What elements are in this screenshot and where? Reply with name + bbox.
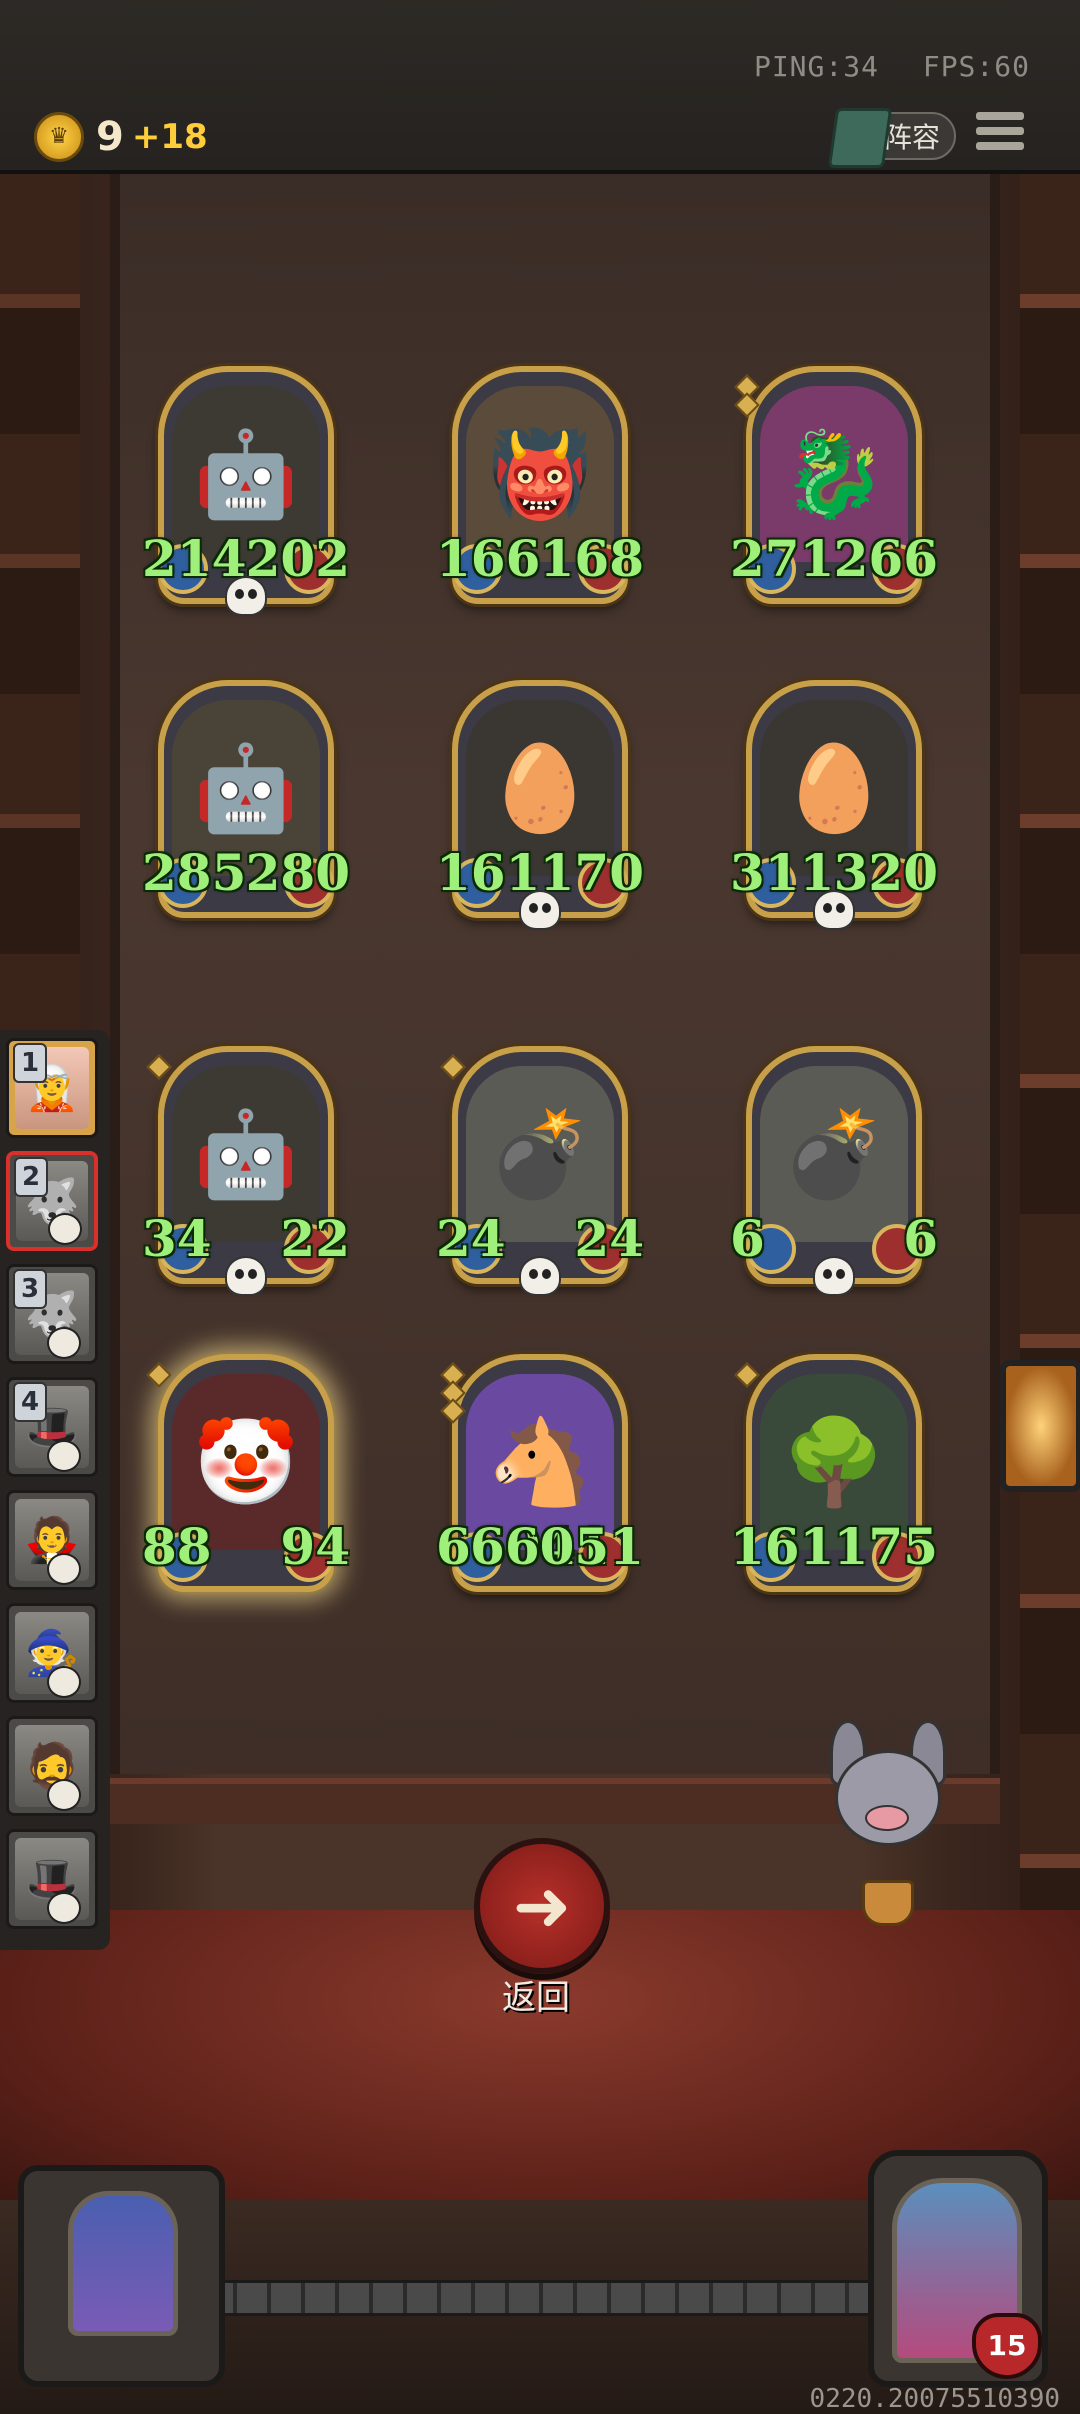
minion-attack: 24 xyxy=(436,1209,506,1268)
bat-head xyxy=(835,1750,941,1846)
ping-label: PING:34 xyxy=(753,50,879,83)
skull-icon xyxy=(47,1779,81,1811)
minion-health: 170 xyxy=(539,843,644,902)
minion-card-red-dragon[interactable]: 🐉 271 266 xyxy=(730,366,938,604)
skull-icon xyxy=(47,1440,81,1472)
minion-health: 168 xyxy=(539,529,644,588)
minion-attack: 88 xyxy=(142,1517,212,1576)
minion-health: 6 xyxy=(903,1209,938,1268)
top-bar: PING:34 FPS:60 ♛ 9 +18 阵容 xyxy=(0,0,1080,174)
book-icon xyxy=(827,108,893,168)
minion-attack: 311 xyxy=(730,843,835,902)
bomb-knight-icon: 💣 xyxy=(760,1066,908,1242)
gold-count: 9 xyxy=(96,114,124,160)
arrow-left-icon: ➜ xyxy=(512,1865,572,1947)
minion-health: 175 xyxy=(833,1517,938,1576)
minion-health: 202 xyxy=(245,529,350,588)
skull-icon xyxy=(47,1892,81,1924)
opponent-slot[interactable]: 🎩 xyxy=(6,1829,98,1929)
minion-card-robot-duo[interactable]: 🤖 34 22 xyxy=(142,1046,350,1296)
minion-attack: 161 xyxy=(730,1517,835,1576)
slot-rank: 4 xyxy=(13,1382,47,1422)
back-label: 返回 xyxy=(502,1978,570,2018)
minion-health: 266 xyxy=(833,529,938,588)
minion-card-robot-knight[interactable]: 🤖 285 280 xyxy=(142,680,350,918)
lantern-icon xyxy=(1000,1360,1080,1492)
opponent-slot[interactable]: 🧛 xyxy=(6,1490,98,1590)
minion-health: 94 xyxy=(280,1517,350,1576)
coin-icon: ♛ xyxy=(34,112,84,162)
minion-card-tree-ent[interactable]: 🌳 161 175 xyxy=(730,1354,938,1592)
slot-rank: 2 xyxy=(14,1157,48,1197)
skull-icon xyxy=(225,576,267,616)
menu-bar-icon xyxy=(976,112,1024,120)
skull-icon xyxy=(519,890,561,930)
minion-health: 22 xyxy=(280,1209,350,1268)
minion-health: 66051 xyxy=(470,1517,644,1576)
minion-card-spotted-egg[interactable]: 🥚 311 320 xyxy=(730,680,938,930)
bat-mascot[interactable] xyxy=(820,1720,950,1930)
gold-income: +18 xyxy=(131,117,208,157)
minion-card-bomb-knight[interactable]: 💣 24 24 xyxy=(436,1046,644,1296)
minion-attack: 214 xyxy=(142,529,247,588)
minion-attack: 271 xyxy=(730,529,835,588)
minion-card-robot-duo[interactable]: 🤖 214 202 xyxy=(142,366,350,616)
minion-attack: 285 xyxy=(142,843,247,902)
skull-icon xyxy=(813,890,855,930)
skull-icon xyxy=(225,1256,267,1296)
minion-health: 320 xyxy=(833,843,938,902)
minion-card-bomb-knight[interactable]: 💣 6 6 xyxy=(730,1046,938,1296)
skull-icon xyxy=(519,1256,561,1296)
lineup-label: 阵容 xyxy=(883,121,940,154)
network-stats: PING:34 FPS:60 xyxy=(728,50,1030,83)
menu-bar-icon xyxy=(976,127,1024,135)
skull-icon xyxy=(48,1213,82,1245)
minion-card-fire-horse[interactable]: 🐴 66041 66051 xyxy=(436,1354,644,1592)
minion-card-jester[interactable]: 🤡 88 94 xyxy=(142,1354,350,1592)
opponent-slot[interactable]: 🧙 xyxy=(6,1603,98,1703)
minion-card-spotted-egg[interactable]: 🥚 161 170 xyxy=(436,680,644,930)
minion-attack: 166 xyxy=(436,529,541,588)
minion-health: 280 xyxy=(245,843,350,902)
pig-nose-icon xyxy=(865,1805,909,1831)
opponent-slot[interactable]: 🧔 xyxy=(6,1716,98,1816)
skull-icon xyxy=(813,1256,855,1296)
bookshelf-right xyxy=(1020,174,1080,1914)
progress-track xyxy=(200,2280,886,2316)
slot-rank: 3 xyxy=(13,1269,47,1309)
lineup-button[interactable]: 阵容 xyxy=(827,108,956,168)
minion-attack: 6 xyxy=(730,1209,765,1268)
opponent-slot[interactable]: 🧝 1 xyxy=(6,1038,98,1138)
basket-icon xyxy=(862,1880,914,1926)
build-version: 0220.20075510390 xyxy=(809,2384,1060,2414)
menu-button[interactable] xyxy=(976,112,1024,158)
minion-card-beast-demon[interactable]: 👹 166 168 xyxy=(436,366,644,604)
opponent-slot[interactable]: 🐺 2 xyxy=(6,1151,98,1251)
minion-health: 24 xyxy=(574,1209,644,1268)
opponent-portrait[interactable] xyxy=(18,2165,225,2387)
gold-display: ♛ 9 +18 xyxy=(34,112,208,162)
fps-label: FPS:60 xyxy=(922,50,1030,83)
skull-icon xyxy=(47,1666,81,1698)
slot-rank: 1 xyxy=(13,1043,47,1083)
minion-attack: 161 xyxy=(436,843,541,902)
skull-icon xyxy=(47,1327,81,1359)
opponent-slot[interactable]: 🎩 4 xyxy=(6,1377,98,1477)
skull-icon xyxy=(47,1553,81,1585)
back-button[interactable]: ➜ xyxy=(474,1838,610,1974)
opponent-sidebar: 🧝 1 🐺 2 🐺 3 🎩 4 🧛 🧙 🧔 🎩 xyxy=(0,1030,110,1950)
minion-attack: 34 xyxy=(142,1209,212,1268)
opponent-avatar xyxy=(68,2191,178,2336)
opponent-slot[interactable]: 🐺 3 xyxy=(6,1264,98,1364)
menu-bar-icon xyxy=(976,142,1024,150)
